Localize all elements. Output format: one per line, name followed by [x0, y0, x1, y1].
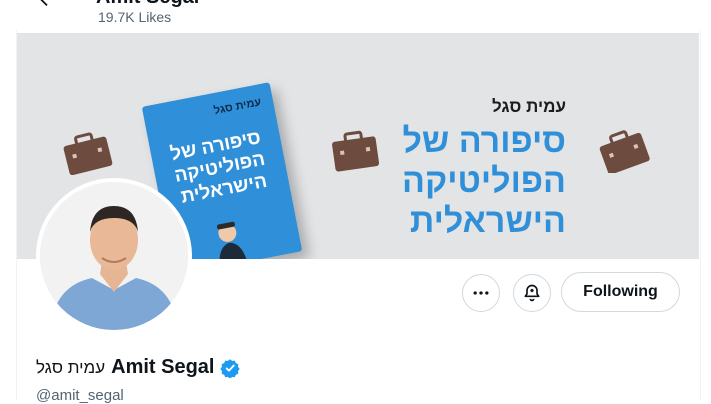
briefcase-icon [599, 130, 650, 173]
profile-name-row: עמית סגל Amit Segal [36, 356, 241, 379]
profile-handle: @amit_segal [36, 387, 124, 404]
book-author: עמית סגל [212, 96, 263, 118]
likes-count: 19.7K Likes [98, 9, 172, 25]
avatar[interactable] [36, 178, 192, 334]
verified-badge-icon [220, 358, 241, 378]
banner-headline-line: הישראלית [409, 202, 566, 241]
notifications-button[interactable] [513, 274, 551, 312]
more-button[interactable] [462, 274, 500, 312]
following-button[interactable]: Following [561, 272, 680, 312]
bell-notify-icon [524, 284, 540, 302]
banner-author: עמית סגל [492, 97, 566, 116]
banner-headline-line: סיפורה של [402, 122, 566, 160]
profile-header: Amit Segal 19.7K Likes [0, 0, 711, 30]
briefcase-icon [63, 132, 113, 175]
person-portrait-icon [40, 182, 188, 330]
banner-headline: סיפורה של הפוליטיקה הישראלית [366, 121, 566, 241]
book-title: סיפורה של הפוליטיקה הישראלית [150, 123, 290, 212]
banner-headline-line: הפוליטיקה [402, 162, 566, 201]
more-horizontal-icon [473, 291, 489, 295]
arrow-left-icon[interactable] [36, 0, 58, 10]
display-name: Amit Segal [111, 356, 215, 378]
avatar-photo [40, 182, 188, 330]
page-title: Amit Segal [96, 0, 199, 9]
display-name-hebrew: עמית סגל [36, 357, 106, 377]
caricature-illustration [216, 221, 248, 259]
